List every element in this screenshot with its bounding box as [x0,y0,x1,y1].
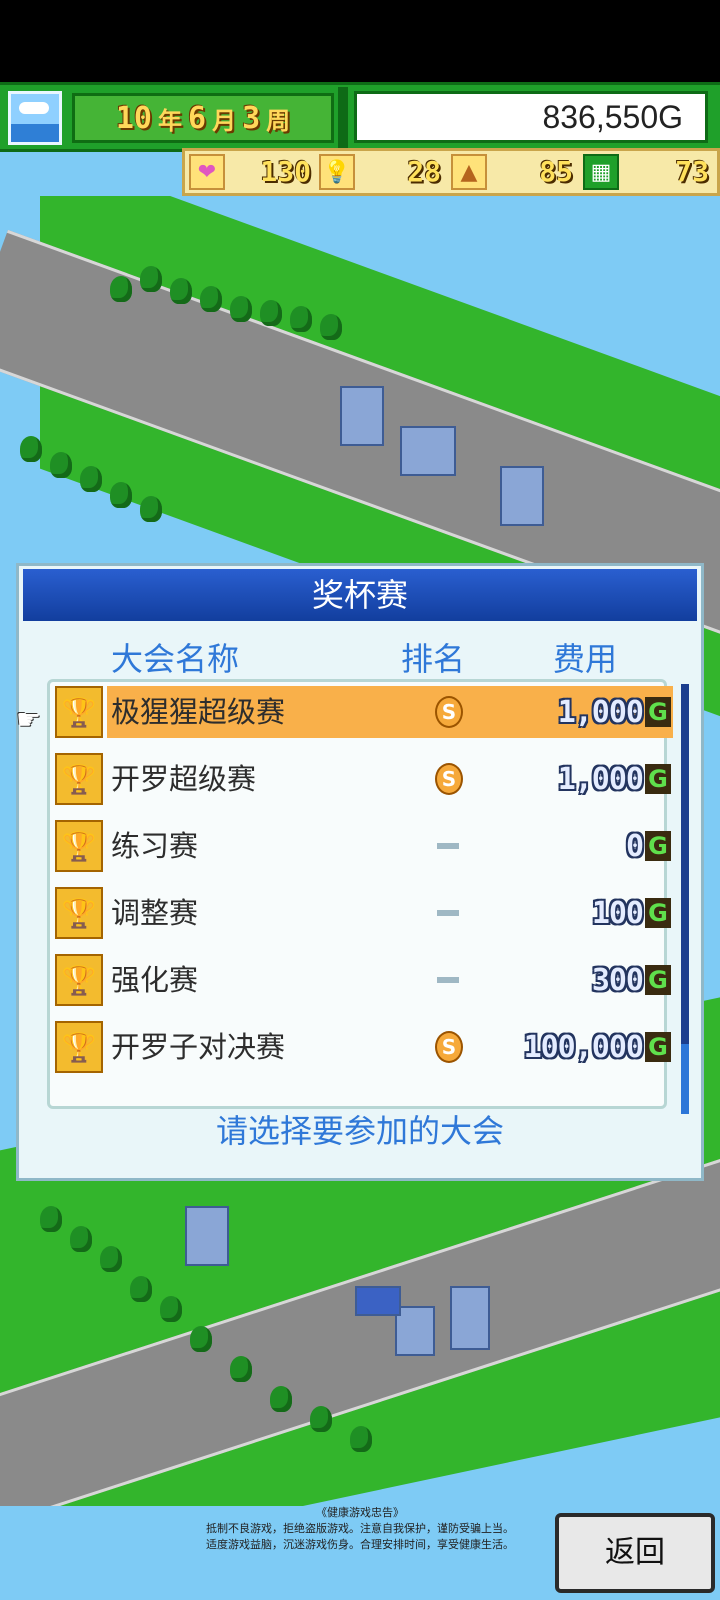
scrollbar-thumb[interactable] [681,1044,689,1114]
week-unit: 周 [266,106,291,135]
notice-title: 《健康游戏忠告》 [316,1506,404,1519]
column-header-rank: 排名 [401,640,466,678]
top-hud: 10 年 6 月 3 周 836,550G [0,82,720,152]
health-notice: 《健康游戏忠告》 抵制不良游戏，拒绝盗版游戏。注意自我保护，谨防受骗上当。 适度… [180,1505,540,1553]
rank-none-dash [437,843,459,849]
currency-icon: G [645,831,671,861]
tournament-name: 极猩猩超级赛 [111,695,286,729]
currency-icon: G [645,697,671,727]
research-value: 28 [407,155,441,188]
trophy-icon: 🏆 [55,1021,103,1073]
fee-value: 100 [591,895,644,931]
tournament-row[interactable]: 🏆 练习赛 0 G [51,818,677,874]
month-number: 6 [188,100,207,136]
tournament-fee: 100 G [592,892,671,934]
money-display: 836,550G [354,91,708,143]
field-icon: ▦ [583,154,619,190]
tournament-name: 开罗超级赛 [111,762,257,796]
year-unit: 年 [158,106,182,135]
popularity-value: 130 [260,155,311,188]
trophy-icon: 🏆 [55,686,103,738]
rank-none-dash [437,977,459,983]
hud-separator [338,87,348,149]
tournament-name: 调整赛 [111,896,199,930]
trophy-icon: 🏆 [55,887,103,939]
stats-bar: ❤ 130 💡 28 ▲ 85 ▦ 73 [182,148,720,196]
tournament-row[interactable]: 🏆 开罗超级赛 S 1,000 G [51,751,677,807]
back-button[interactable]: 返回 [555,1513,715,1593]
tournament-name: 练习赛 [111,829,199,863]
tournament-fee: 0 G [626,825,671,867]
tournament-fee: 100,000 G [524,1026,671,1068]
food-value: 85 [539,155,573,188]
rank-none-dash [437,910,459,916]
month-unit: 月 [212,106,237,135]
tournament-fee: 300 G [592,959,671,1001]
tournament-row[interactable]: 🏆 调整赛 100 G [51,885,677,941]
lightbulb-icon: 💡 [319,154,355,190]
trophy-dialog: 奖杯赛 大会名称 排名 费用 🏆 极猩猩超级赛 S 1,000 G 🏆 开罗超级… [16,563,704,1181]
tournament-name: 开罗子对决赛 [111,1030,286,1064]
week-number: 3 [242,100,261,136]
weather-icon[interactable] [8,91,62,145]
currency-icon: G [645,764,671,794]
date-display: 10 年 6 月 3 周 [72,93,334,143]
trophy-icon: 🏆 [55,820,103,872]
rank-badge: S [435,1031,463,1063]
tournament-row[interactable]: 🏆 极猩猩超级赛 S 1,000 G [51,684,677,740]
status-bar [0,0,720,82]
selection-prompt: 请选择要参加的大会 [215,1112,504,1150]
fee-value: 1,000 [557,761,644,797]
year-number: 10 [115,100,152,136]
pointing-hand-icon: ☛ [16,703,42,736]
bread-icon: ▲ [451,154,487,190]
heart-icon: ❤ [189,154,225,190]
dialog-title: 奖杯赛 [23,569,697,621]
notice-line: 适度游戏益脑，沉迷游戏伤身。合理安排时间，享受健康生活。 [206,1538,514,1551]
rank-badge: S [435,763,463,795]
tournament-row[interactable]: 🏆 开罗子对决赛 S 100,000 G [51,1019,677,1075]
tournament-fee: 1,000 G [558,691,671,733]
list-scrollbar[interactable] [681,684,689,1114]
notice-line: 抵制不良游戏，拒绝盗版游戏。注意自我保护，谨防受骗上当。 [206,1522,514,1535]
rank-badge: S [435,696,463,728]
trophy-icon: 🏆 [55,753,103,805]
tournament-row[interactable]: 🏆 强化赛 300 G [51,952,677,1008]
fee-value: 0 [625,828,644,864]
tournament-fee: 1,000 G [558,758,671,800]
column-header-fee: 费用 [553,640,618,678]
fee-value: 300 [591,962,644,998]
fee-value: 1,000 [557,694,644,730]
column-header-name: 大会名称 [111,640,240,678]
currency-icon: G [645,898,671,928]
currency-icon: G [645,1032,671,1062]
fee-value: 100,000 [523,1029,644,1065]
trophy-icon: 🏆 [55,954,103,1006]
field-value: 73 [675,155,709,188]
currency-icon: G [645,965,671,995]
tournament-name: 强化赛 [111,963,199,997]
